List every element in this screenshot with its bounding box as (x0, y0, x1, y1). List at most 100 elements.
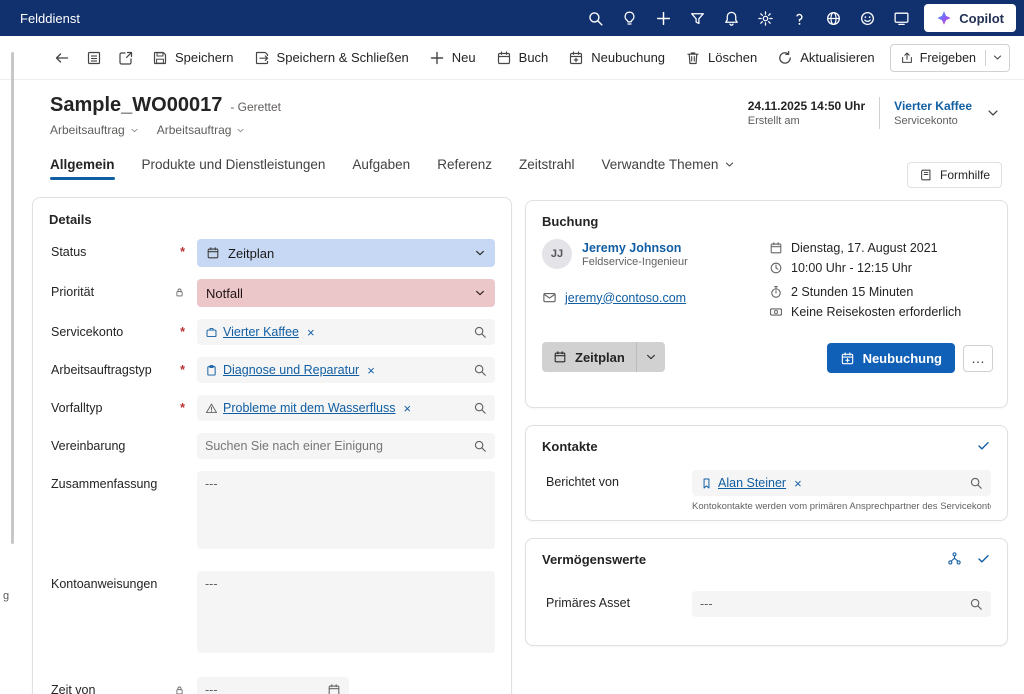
service-account-field-row: Servicekonto* Vierter Kaffee × (49, 319, 495, 345)
remove-icon[interactable]: × (367, 364, 375, 377)
tab-allgemein[interactable]: Allgemein (50, 157, 115, 172)
save-state-label: - Gerettet (230, 100, 281, 114)
share-icon (900, 51, 914, 65)
search-icon[interactable] (473, 325, 487, 339)
save-and-close-button[interactable]: Speichern & Schließen (244, 42, 419, 74)
work-order-type-field-row: Arbeitsauftragstyp* Diagnose und Reparat… (49, 357, 495, 383)
primary-asset-value: --- (700, 597, 713, 611)
filter-icon[interactable] (680, 0, 714, 36)
work-order-type-link[interactable]: Diagnose und Reparatur (223, 363, 359, 377)
header-expand-chevron[interactable] (986, 106, 1000, 120)
gear-icon[interactable] (748, 0, 782, 36)
summary-field-row: Zusammenfassung --- (49, 471, 495, 549)
primary-asset-field-row: Primäres Asset --- (546, 591, 991, 617)
command-bar: Speichern Speichern & Schließen Neu Buch… (0, 36, 1024, 80)
refresh-button[interactable]: Aktualisieren (767, 42, 884, 74)
work-order-type-lookup[interactable]: Diagnose und Reparatur × (197, 357, 495, 383)
priority-optionset[interactable]: Notfall (197, 279, 495, 307)
tab-zeitstrahl[interactable]: Zeitstrahl (519, 157, 575, 172)
calendar-icon[interactable] (327, 683, 341, 694)
agreement-lookup[interactable] (197, 433, 495, 459)
remove-icon[interactable]: × (307, 326, 315, 339)
incident-type-link[interactable]: Probleme mit dem Wasserfluss (223, 401, 396, 415)
hierarchy-icon[interactable] (947, 551, 962, 566)
search-icon[interactable] (473, 439, 487, 453)
agreement-input[interactable] (205, 439, 469, 453)
tab-referenz[interactable]: Referenz (437, 157, 492, 172)
help-icon[interactable] (782, 0, 816, 36)
booking-section: Buchung JJ Jeremy Johnson Feldservice-In… (525, 200, 1008, 408)
reported-by-lookup[interactable]: Alan Steiner × (692, 470, 991, 496)
booking-status-dropdown[interactable]: Zeitplan (542, 342, 665, 372)
quick-create-plus-icon[interactable] (646, 0, 680, 36)
summary-textarea[interactable]: --- (197, 471, 495, 549)
chevron-down-icon[interactable] (236, 126, 245, 135)
copilot-icon (936, 10, 952, 26)
lock-icon (174, 285, 185, 298)
status-optionset[interactable]: Zeitplan (197, 239, 495, 267)
resource-name-link[interactable]: Jeremy Johnson (582, 241, 688, 255)
share-button[interactable]: Freigeben (890, 44, 1010, 72)
devices-icon[interactable] (884, 0, 918, 36)
open-in-new-window-button[interactable] (110, 42, 142, 74)
form-selector[interactable]: Arbeitsauftrag (157, 123, 232, 137)
show-list-button[interactable] (78, 42, 110, 74)
booked-resource: JJ Jeremy Johnson Feldservice-Ingenieur (542, 239, 688, 269)
search-icon[interactable] (578, 0, 612, 36)
instructions-textarea[interactable]: --- (197, 571, 495, 653)
save-button[interactable]: Speichern (142, 42, 244, 74)
left-scrollbar[interactable] (11, 52, 14, 544)
required-marker: * (180, 325, 185, 339)
copilot-button[interactable]: Copilot (924, 4, 1016, 32)
service-account-link[interactable]: Vierter Kaffee (223, 325, 299, 339)
more-commands-button[interactable]: … (963, 345, 993, 372)
email-link[interactable]: jeremy@contoso.com (565, 291, 686, 305)
lookup-pill: Diagnose und Reparatur × (205, 363, 375, 377)
remove-icon[interactable]: × (404, 402, 412, 415)
avatar[interactable]: JJ (542, 239, 572, 269)
money-icon (769, 305, 783, 319)
header-fields: 24.11.2025 14:50 Uhr Erstellt am Vierter… (748, 94, 1000, 129)
instructions-field-row: Kontoanweisungen --- (49, 571, 495, 653)
rebook-primary-button[interactable]: Neubuchung (827, 343, 955, 373)
search-icon[interactable] (969, 476, 983, 490)
app-window: Felddienst Copilot Speichern Speichern &… (0, 0, 1024, 694)
share-chevron-icon[interactable] (986, 52, 1009, 63)
rebook-button[interactable]: Neubuchung (558, 42, 675, 74)
delete-button[interactable]: Löschen (675, 42, 767, 74)
app-title[interactable]: Felddienst (20, 11, 80, 26)
service-account-lookup[interactable]: Vierter Kaffee × (197, 319, 495, 345)
feedback-smiley-icon[interactable] (850, 0, 884, 36)
form-help-button[interactable]: Formhilfe (907, 162, 1002, 188)
contact-link[interactable]: Alan Steiner (718, 476, 786, 490)
incident-type-lookup[interactable]: Probleme mit dem Wasserfluss × (197, 395, 495, 421)
bell-icon[interactable] (714, 0, 748, 36)
lookup-pill: Alan Steiner × (700, 476, 802, 490)
calendar-icon (496, 50, 512, 66)
book-button[interactable]: Buch (486, 42, 559, 74)
primary-asset-lookup[interactable]: --- (692, 591, 991, 617)
remove-icon[interactable]: × (794, 477, 802, 490)
promised-time-datefield[interactable]: --- (197, 677, 349, 694)
tab-verwandte-themen[interactable]: Verwandte Themen (602, 157, 736, 172)
chevron-down-icon[interactable] (474, 247, 486, 259)
agreement-field-row: Vereinbarung (49, 433, 495, 459)
search-icon[interactable] (473, 401, 487, 415)
chevron-down-icon[interactable] (130, 126, 139, 135)
tab-aufgaben[interactable]: Aufgaben (352, 157, 410, 172)
back-button[interactable] (46, 42, 78, 74)
calendar-icon (553, 350, 567, 364)
checkmark-icon[interactable] (976, 438, 991, 453)
search-icon[interactable] (473, 363, 487, 377)
service-account-link[interactable]: Vierter Kaffee (894, 99, 972, 113)
search-icon[interactable] (969, 597, 983, 611)
chevron-down-icon[interactable] (637, 351, 665, 363)
chevron-down-icon[interactable] (474, 287, 486, 299)
warning-triangle-icon (205, 402, 218, 415)
lookup-pill: Probleme mit dem Wasserfluss × (205, 401, 411, 415)
checkmark-icon[interactable] (976, 551, 991, 566)
new-button[interactable]: Neu (419, 42, 486, 74)
globe-icon[interactable] (816, 0, 850, 36)
tab-produkte-und-dienstleistungen[interactable]: Produkte und Dienstleistungen (142, 157, 326, 172)
lightbulb-icon[interactable] (612, 0, 646, 36)
